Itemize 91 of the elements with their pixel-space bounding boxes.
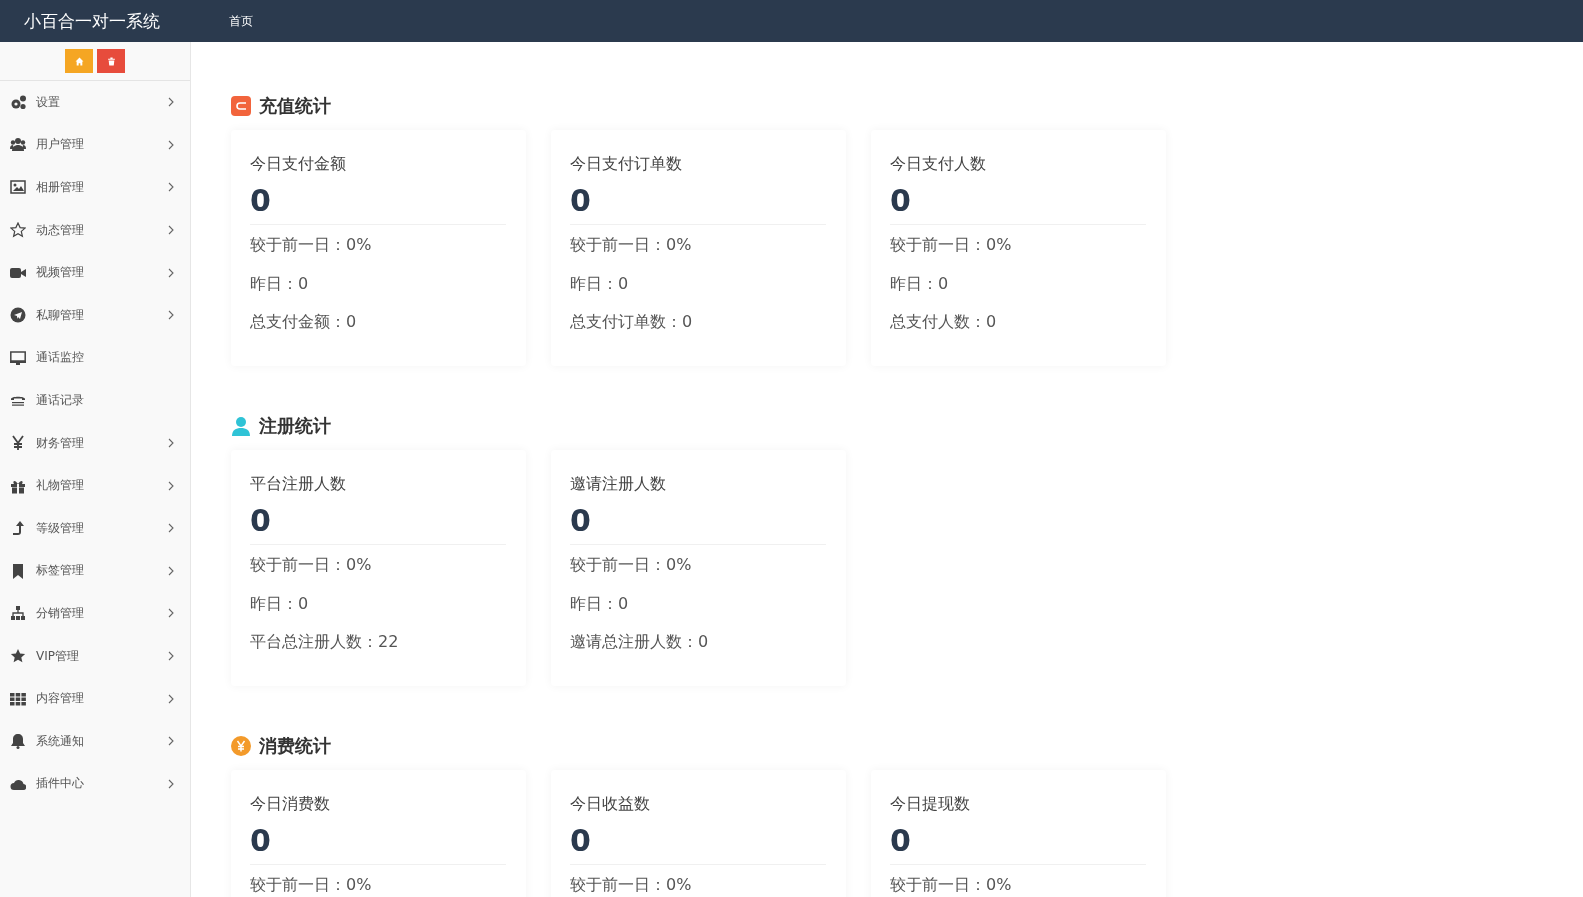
- stat-label: 今日收益数: [570, 794, 651, 815]
- stat-label: 今日消费数: [250, 794, 331, 815]
- chevron-right-icon: [168, 778, 174, 789]
- yen-icon: [10, 435, 26, 452]
- stat-value: 0: [570, 495, 826, 545]
- chevron-right-icon: [168, 651, 174, 661]
- chevron-right-icon: [168, 523, 174, 534]
- section-title: 充值统计: [259, 94, 331, 118]
- stat-value: 0: [570, 815, 826, 865]
- menu-item[interactable]: 私聊管理: [0, 293, 190, 337]
- chevron-right-icon: [168, 693, 174, 704]
- menu-item[interactable]: 分销管理: [0, 592, 190, 635]
- menu-item[interactable]: 动态管理: [0, 208, 190, 252]
- stat-detail: 平台总注册人数：22: [250, 632, 400, 653]
- chevron-right-icon: [168, 225, 174, 236]
- menu-item[interactable]: 标签管理: [0, 549, 190, 593]
- chevron-right-icon: [168, 608, 174, 619]
- stat-detail: 昨日：0: [250, 593, 310, 615]
- chevron-right-icon: [168, 182, 174, 193]
- menu-item[interactable]: 插件中心: [0, 762, 190, 806]
- stat-detail: 较于前一日：0%: [250, 235, 373, 256]
- stat-value: 0: [890, 815, 1146, 865]
- menu-item[interactable]: 用户管理: [0, 123, 190, 167]
- stat-label: 今日支付金额: [250, 154, 347, 175]
- home-icon: [74, 56, 84, 66]
- trash-icon: [106, 56, 116, 66]
- stat-detail: 较于前一日：0%: [890, 875, 1013, 896]
- stat-detail: 昨日：0: [570, 593, 630, 615]
- wallet-icon: [231, 96, 251, 116]
- chevron-right-icon: [168, 565, 174, 576]
- stat-label: 今日支付人数: [890, 154, 987, 175]
- stat-value: 0: [250, 175, 506, 225]
- menu-item[interactable]: 通话监控: [0, 336, 190, 380]
- menu-item[interactable]: 财务管理: [0, 421, 190, 465]
- section-title: 消费统计: [259, 734, 331, 758]
- app-title: 小百合一对一系统: [24, 9, 161, 33]
- stat-label: 邀请注册人数: [570, 474, 667, 495]
- paper-plane-icon: [10, 307, 26, 324]
- bell-icon: [10, 733, 26, 750]
- stat-detail: 较于前一日：0%: [570, 235, 693, 256]
- chevron-right-icon: [168, 438, 174, 449]
- bookmark-icon: [10, 562, 26, 579]
- stat-label: 今日提现数: [890, 794, 971, 815]
- nav-link[interactable]: 首页: [229, 12, 253, 30]
- menu-item[interactable]: 相册管理: [0, 166, 190, 209]
- stat-detail: 较于前一日：0%: [890, 235, 1013, 256]
- gears-icon: [10, 94, 26, 111]
- section-title: 注册统计: [259, 414, 331, 438]
- chevron-right-icon: [168, 267, 174, 278]
- chevron-right-icon: [168, 480, 174, 491]
- stat-detail: 总支付金额：0: [250, 312, 358, 333]
- stat-label: 平台注册人数: [250, 474, 347, 495]
- sitemap-icon: [10, 605, 26, 622]
- stat-value: 0: [250, 815, 506, 865]
- menu-item[interactable]: 视频管理: [0, 251, 190, 294]
- star-outline-icon: [10, 222, 26, 239]
- menu-item[interactable]: 设置: [0, 81, 190, 124]
- stat-detail: 较于前一日：0%: [250, 555, 373, 576]
- stat-detail: 较于前一日：0%: [570, 875, 693, 896]
- grid-icon: [10, 690, 26, 707]
- stat-detail: 昨日：0: [250, 273, 310, 295]
- stat-detail: 较于前一日：0%: [570, 555, 693, 576]
- stat-detail: 昨日：0: [890, 273, 950, 295]
- stat-value: 0: [250, 495, 506, 545]
- menu-item[interactable]: VIP管理: [0, 634, 190, 678]
- stat-value: 0: [570, 175, 826, 225]
- stat-detail: 较于前一日：0%: [250, 875, 373, 896]
- delete-button[interactable]: [97, 49, 125, 73]
- stat-detail: 邀请总注册人数：0: [570, 632, 710, 653]
- image-icon: [10, 179, 26, 196]
- users-icon: [10, 136, 26, 153]
- stat-detail: 昨日：0: [570, 273, 630, 295]
- monitor-icon: [10, 349, 26, 366]
- user-icon: [231, 416, 251, 436]
- star-icon: [10, 648, 26, 664]
- home-button[interactable]: [65, 49, 93, 73]
- menu-item[interactable]: 等级管理: [0, 506, 190, 550]
- chevron-right-icon: [168, 310, 174, 321]
- yen-coin-icon: [231, 736, 251, 756]
- stat-value: 0: [890, 175, 1146, 225]
- chevron-right-icon: [168, 139, 174, 150]
- stat-detail: 总支付订单数：0: [570, 312, 694, 333]
- chevron-right-icon: [168, 97, 174, 108]
- menu-item[interactable]: 内容管理: [0, 677, 190, 720]
- chevron-right-icon: [168, 736, 174, 747]
- stat-detail: 总支付人数：0: [890, 312, 998, 333]
- menu-item[interactable]: 礼物管理: [0, 464, 190, 507]
- stat-label: 今日支付订单数: [570, 154, 683, 175]
- menu-item[interactable]: 系统通知: [0, 719, 190, 763]
- menu-item[interactable]: 通话记录: [0, 379, 190, 422]
- arrow-up-icon: [10, 520, 26, 537]
